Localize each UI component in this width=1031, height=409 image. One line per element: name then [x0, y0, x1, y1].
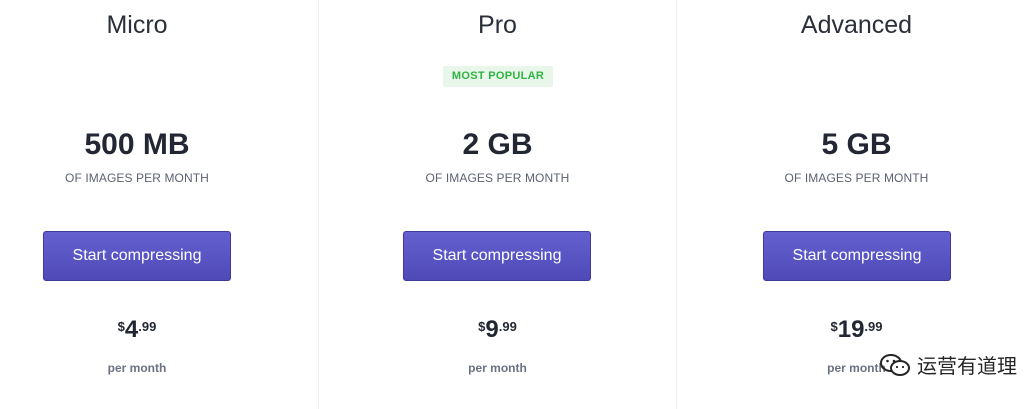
start-compressing-button[interactable]: Start compressing — [43, 231, 231, 281]
watermark: 运营有道理 — [879, 350, 1017, 379]
price-whole: 4 — [124, 316, 139, 343]
price-cents: .99 — [138, 319, 157, 334]
plan-card-micro: Micro 500 MB OF IMAGES PER MONTH Start c… — [0, 0, 318, 409]
price-cents: .99 — [864, 319, 883, 334]
price-currency: $ — [830, 319, 838, 334]
start-compressing-button[interactable]: Start compressing — [403, 231, 591, 281]
watermark-text: 运营有道理 — [917, 354, 1017, 378]
plan-storage-caption: OF IMAGES PER MONTH — [65, 171, 209, 185]
start-compressing-button[interactable]: Start compressing — [763, 231, 951, 281]
most-popular-badge: MOST POPULAR — [443, 66, 553, 87]
price-period: per month — [468, 361, 527, 375]
plan-price: $9.99 — [319, 316, 676, 344]
price-currency: $ — [117, 319, 125, 334]
plan-storage-caption: OF IMAGES PER MONTH — [784, 171, 929, 185]
plan-price: $19.99 — [677, 316, 1031, 344]
price-cents: .99 — [498, 319, 517, 334]
price-whole: 19 — [837, 316, 865, 343]
plan-card-pro: Pro MOST POPULAR 2 GB OF IMAGES PER MONT… — [318, 0, 677, 409]
plan-name: Pro — [478, 11, 517, 39]
plan-storage: 2 GB — [462, 128, 533, 161]
price-currency: $ — [478, 319, 486, 334]
pricing-table: Micro 500 MB OF IMAGES PER MONTH Start c… — [0, 0, 1031, 409]
wechat-icon — [879, 353, 911, 377]
plan-storage: 500 MB — [84, 128, 190, 161]
plan-name: Micro — [106, 11, 168, 39]
plan-storage-caption: OF IMAGES PER MONTH — [425, 171, 570, 185]
plan-name: Advanced — [800, 11, 913, 39]
price-period: per month — [107, 361, 167, 375]
plan-price: $4.99 — [0, 316, 274, 344]
plan-storage: 5 GB — [821, 128, 892, 161]
plan-card-advanced: Advanced 5 GB OF IMAGES PER MONTH Start … — [677, 0, 1031, 409]
price-whole: 9 — [485, 316, 499, 343]
